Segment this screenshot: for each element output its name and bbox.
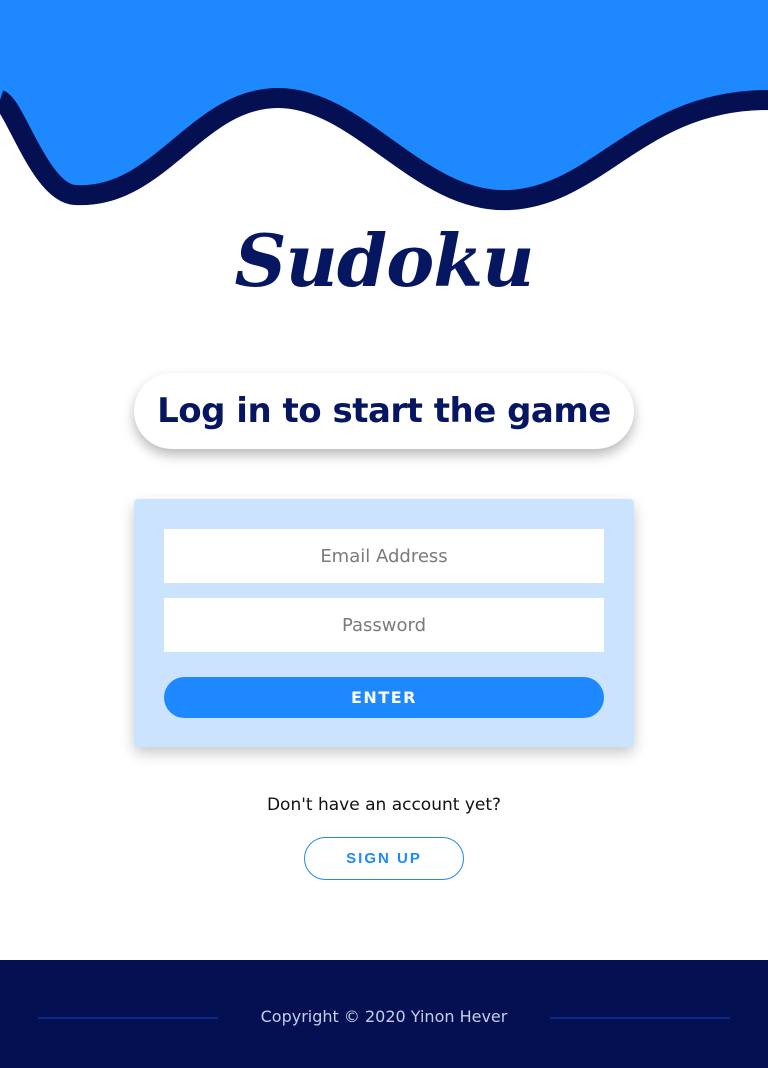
password-field[interactable]: [164, 598, 604, 652]
app-logo: Sudoku: [234, 218, 535, 303]
wave-fill: [0, 0, 768, 201]
page-title: Log in to start the game: [134, 373, 634, 449]
sign-up-button[interactable]: SIGN UP: [304, 837, 464, 880]
footer-divider-right: [550, 1017, 730, 1019]
login-card: ENTER: [134, 499, 634, 747]
header-wave: [0, 0, 768, 211]
signup-prompt: Don't have an account yet?: [266, 795, 502, 815]
enter-button[interactable]: ENTER: [164, 677, 604, 718]
footer: Copyright © 2020 Yinon Hever: [0, 960, 768, 1068]
email-field[interactable]: [164, 529, 604, 583]
